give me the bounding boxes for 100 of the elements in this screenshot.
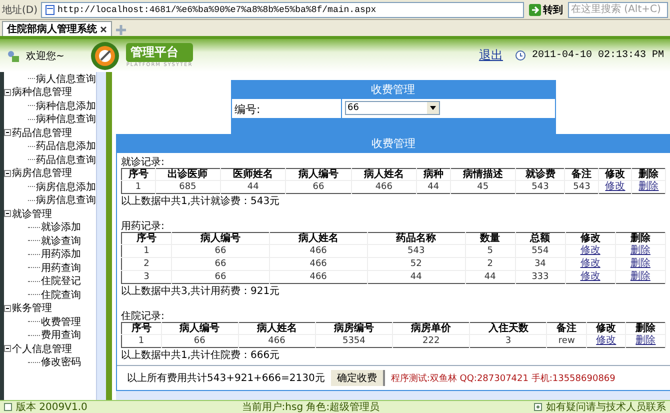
expander-icon[interactable] (4, 345, 11, 352)
go-button[interactable]: 转到 (527, 2, 565, 18)
column-header: 修改 (565, 232, 616, 244)
logo-icon (90, 40, 120, 70)
tree-item[interactable]: 就诊管理 (12, 206, 52, 221)
column-header: 医师姓名 (220, 168, 286, 180)
panel-title: 收费管理 (117, 135, 670, 153)
delete-link[interactable]: 删除 (636, 335, 656, 346)
caret-icon (426, 102, 438, 114)
tree-item[interactable]: 病种信息管理 (12, 85, 72, 100)
panel-title: 收费管理 (232, 81, 554, 99)
logo-title: 管理平台 (126, 43, 193, 62)
table-cell: 543 (516, 180, 565, 194)
column-header: 修改 (598, 168, 632, 180)
table-cell: 333 (515, 270, 566, 284)
table-cell: 44 (220, 180, 286, 194)
tree-item[interactable]: 修改密码 (41, 355, 81, 370)
table-cell: 66 (172, 258, 270, 270)
tree-item[interactable]: 住院登记 (41, 274, 81, 288)
column-header: 病情描述 (450, 168, 516, 180)
tree-item[interactable]: 病人信息查询 (36, 72, 96, 86)
help-icon (534, 403, 542, 411)
confirm-button[interactable]: 确定收费 (330, 370, 385, 386)
page-icon (44, 4, 55, 14)
section-heading: 住院记录: (121, 310, 166, 322)
search-field[interactable]: 在这里搜索 (Alt+C) (568, 2, 668, 18)
column-header: 病人姓名 (351, 168, 417, 180)
table-cell: 2 (465, 258, 516, 270)
expander-icon[interactable] (4, 304, 11, 312)
document-icon (4, 403, 12, 411)
expander-icon[interactable] (4, 88, 11, 96)
edit-link[interactable]: 修改 (580, 258, 600, 269)
delete-link[interactable]: 删除 (630, 271, 650, 282)
section-heading: 用药记录: (121, 220, 166, 232)
column-header: 入住天数 (470, 322, 547, 334)
tree-item[interactable]: 药品信息添加 (36, 139, 96, 154)
column-header: 病房编号 (315, 322, 393, 334)
tree-item[interactable]: 个人信息管理 (12, 342, 72, 356)
datetime-text: 2011-04-10 02:13:43 PM (532, 50, 664, 61)
help-text: 如有疑问请与技术人员联系 (546, 400, 666, 413)
tree-item[interactable]: 病种信息添加 (36, 98, 96, 113)
delete-link[interactable]: 删除 (630, 258, 650, 269)
number-select[interactable]: 66 (344, 101, 440, 115)
column-header: 修改 (586, 322, 626, 334)
tree-item[interactable]: 病房信息查询 (36, 193, 96, 208)
column-header: 删除 (626, 322, 666, 334)
edit-link[interactable]: 修改 (580, 245, 600, 256)
scrollbar[interactable] (116, 391, 670, 400)
table-cell: 543 (564, 180, 598, 194)
table-cell: 66 (286, 180, 352, 194)
address-field[interactable]: http://localhost:4681/%e6%ba%90%e7%a8%8b%e5%ba%8f/main.aspx (40, 2, 524, 18)
table-cell: 5 (465, 244, 516, 258)
tree-item[interactable]: 病种信息查询 (36, 112, 96, 126)
table-cell: 466 (238, 334, 316, 348)
tree-item[interactable]: 费用查询 (41, 328, 81, 342)
table-cell: 3 (122, 270, 172, 284)
expander-icon[interactable] (4, 129, 11, 136)
tree-item[interactable]: 药品信息查询 (36, 152, 96, 167)
tree-item[interactable]: 账务管理 (12, 301, 52, 316)
scrollbar[interactable] (96, 72, 106, 400)
table-cell: rew (546, 334, 586, 348)
column-header: 病房单价 (392, 322, 470, 334)
tree-item[interactable]: 用药添加 (41, 247, 81, 262)
edit-link[interactable]: 修改 (605, 181, 626, 192)
column-header: 病人编号 (161, 322, 238, 334)
table-cell: 1 (122, 180, 155, 194)
column-header: 序号 (122, 322, 162, 334)
tree-item[interactable]: 住院查询 (41, 288, 81, 302)
edit-link[interactable]: 修改 (596, 335, 616, 346)
column-header: 病人编号 (286, 168, 352, 180)
column-header: 总额 (515, 232, 566, 244)
tree-item[interactable]: 就诊添加 (41, 220, 81, 234)
delete-link[interactable]: 删除 (638, 181, 659, 192)
expander-icon[interactable] (4, 210, 11, 218)
tree-item[interactable]: 用药查询 (41, 260, 81, 275)
address-label: 地址(D) (2, 4, 38, 16)
table-cell: 222 (392, 334, 470, 348)
tree-item[interactable]: 收费管理 (41, 314, 81, 329)
tree-item[interactable]: 药品信息管理 (12, 126, 72, 140)
expander-icon[interactable] (4, 170, 11, 177)
summary-text: 以上数据中共1,共计就诊费：543元 (121, 194, 281, 207)
summary-text: 以上数据中共3,共计用药费：921元 (121, 284, 281, 297)
table-cell: 1 (122, 244, 172, 258)
browser-tab[interactable]: 住院部病人管理系统 (2, 21, 112, 36)
column-header: 就诊费 (516, 168, 565, 180)
edit-link[interactable]: 修改 (580, 271, 600, 282)
tree-item[interactable]: 病房信息管理 (12, 166, 72, 180)
table-cell: 554 (515, 244, 566, 258)
tree-item[interactable]: 就诊查询 (41, 234, 81, 248)
total-text: 以上所有费用共计543+921+666=2130元 (127, 372, 325, 385)
section-heading: 就诊记录: (121, 156, 166, 168)
tree-item[interactable]: 病房信息添加 (36, 180, 96, 194)
table-cell: 3 (470, 334, 547, 348)
column-header: 备注 (546, 322, 586, 334)
column-header: 序号 (122, 168, 155, 180)
delete-link[interactable]: 删除 (630, 245, 650, 256)
close-icon[interactable] (100, 26, 107, 32)
logout-link[interactable]: 退出 (478, 47, 503, 64)
table-cell: 44 (465, 270, 516, 284)
column-header: 序号 (122, 232, 172, 244)
